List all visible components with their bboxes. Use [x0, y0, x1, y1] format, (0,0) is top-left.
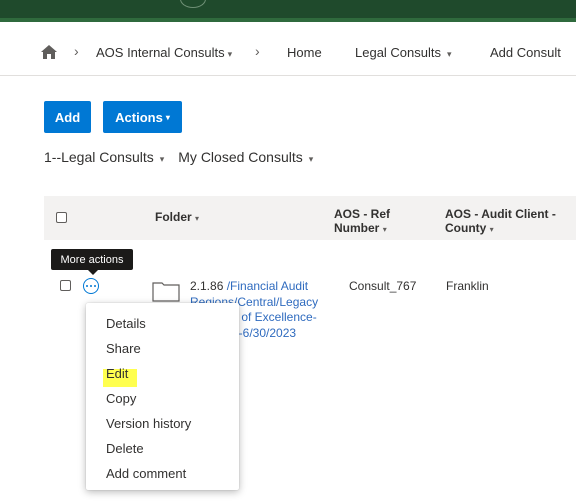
view-label: My Closed Consults [178, 149, 303, 165]
actions-button-label: Actions [115, 109, 163, 125]
caret-down-icon: ▾ [227, 49, 233, 59]
column-label: Number [334, 221, 380, 235]
caret-down-icon: ▾ [489, 225, 494, 234]
menu-item-label: Add comment [106, 466, 187, 481]
caret-down-icon: ▾ [165, 112, 170, 122]
column-label: Folder [155, 210, 192, 224]
menu-item-version-history[interactable]: Version history [86, 411, 239, 436]
tooltip-arrow [88, 270, 98, 275]
menu-item-label: Details [106, 316, 146, 331]
view-selector-bar: 1--Legal Consults ▾ My Closed Consults ▾ [44, 149, 327, 165]
menu-item-label: Version history [106, 416, 192, 431]
row-checkbox[interactable] [60, 280, 71, 291]
menu-item-label: Share [106, 341, 141, 356]
view-selector-legal-consults[interactable]: 1--Legal Consults ▾ [44, 149, 178, 165]
menu-item-edit[interactable]: Edit [86, 361, 239, 386]
home-icon[interactable] [40, 44, 58, 60]
add-button-label: Add [54, 109, 81, 125]
folder-icon [152, 282, 180, 302]
menu-item-add-comment[interactable]: Add comment [86, 461, 239, 486]
menu-item-delete[interactable]: Delete [86, 436, 239, 461]
caret-down-icon: ▾ [382, 225, 387, 234]
caret-down-icon: ▾ [159, 154, 165, 164]
county-cell: Franklin [446, 279, 489, 293]
column-header-ref-number[interactable]: AOS - Ref Number ▾ [334, 207, 390, 237]
more-actions-icon[interactable] [83, 278, 99, 294]
table-header: Folder ▾ AOS - Ref Number ▾ AOS - Audit … [44, 196, 576, 240]
column-header-county[interactable]: AOS - Audit Client - County ▾ [445, 207, 556, 237]
chevron-right-icon: › [74, 43, 79, 59]
breadcrumb-item-aos-internal-consults[interactable]: AOS Internal Consults ▾ [96, 45, 232, 60]
menu-item-label: Copy [106, 391, 137, 406]
banner-decoration [180, 0, 206, 8]
menu-item-copy[interactable]: Copy [86, 386, 239, 411]
ref-number-cell: Consult_767 [349, 279, 417, 293]
context-menu: Details Share Edit Copy Version history … [86, 303, 239, 490]
chevron-right-icon: › [255, 43, 260, 59]
actions-button[interactable]: Actions ▾ [103, 101, 182, 133]
breadcrumb-item-add-consult[interactable]: Add Consult [490, 45, 561, 60]
top-banner [0, 0, 576, 22]
breadcrumb-item-home[interactable]: Home [287, 45, 322, 60]
caret-down-icon: ▾ [308, 154, 314, 164]
add-button[interactable]: Add [44, 101, 91, 133]
more-actions-tooltip: More actions [51, 249, 133, 275]
menu-item-label: Delete [106, 441, 144, 456]
folder-number: 2.1.86 [190, 279, 224, 293]
select-all-checkbox[interactable] [56, 212, 67, 223]
breadcrumb-label: Legal Consults [355, 45, 441, 60]
breadcrumb-item-legal-consults[interactable]: Legal Consults ▾ [355, 45, 452, 60]
folder-path-link[interactable]: /Financial Audit [223, 279, 308, 293]
column-label: County [445, 221, 487, 235]
column-header-folder[interactable]: Folder ▾ [155, 210, 199, 226]
banner-strip [0, 18, 576, 22]
caret-down-icon: ▾ [447, 49, 452, 59]
breadcrumb-label: AOS Internal Consults [96, 45, 225, 60]
menu-item-label: Edit [106, 366, 129, 381]
menu-item-details[interactable]: Details [86, 311, 239, 336]
caret-down-icon: ▾ [195, 214, 200, 223]
tooltip-text: More actions [60, 253, 124, 266]
breadcrumb: › AOS Internal Consults ▾ › Home Legal Co… [0, 30, 576, 76]
column-label: AOS - Audit Client - [445, 207, 556, 221]
view-selector-closed-consults[interactable]: My Closed Consults ▾ [178, 149, 327, 165]
view-label: 1--Legal Consults [44, 149, 154, 165]
menu-item-share[interactable]: Share [86, 336, 239, 361]
column-label: AOS - Ref [334, 207, 391, 221]
